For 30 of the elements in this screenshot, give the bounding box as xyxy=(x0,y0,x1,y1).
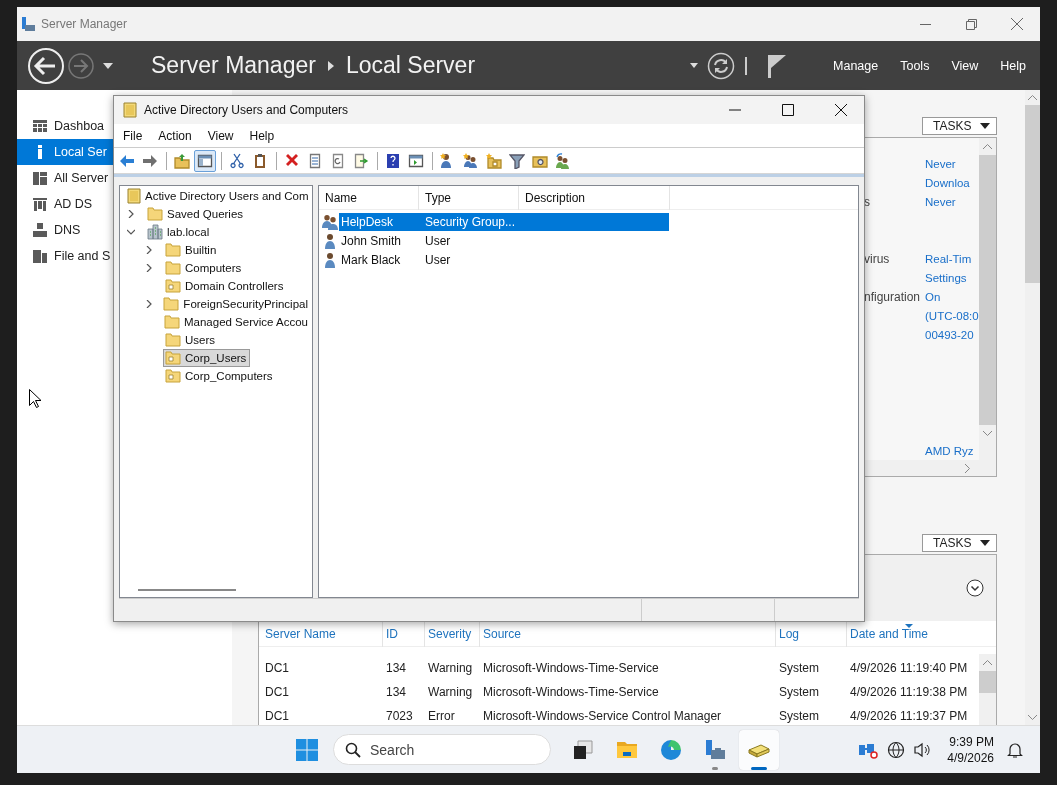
breadcrumb-item: Local Server xyxy=(345,52,476,79)
table-cell-text: DC1 xyxy=(264,685,290,699)
window-title: Server Manager xyxy=(41,17,128,31)
table-cell-text: 134 xyxy=(385,661,408,675)
table-cell-text: Microsoft-Windows-Service Control Manager xyxy=(482,709,723,723)
property-label: nfiguration xyxy=(864,289,921,304)
property-label: s xyxy=(864,194,870,209)
name-cell-text: HelpDesk xyxy=(340,214,395,229)
table-cell-text: DC1 xyxy=(264,661,290,675)
property-label: virus xyxy=(864,251,890,266)
table-cell-text: Warning xyxy=(427,661,474,675)
type-cell-text: User xyxy=(424,233,451,248)
table-cell-text: Microsoft-Windows-Time-Service xyxy=(482,685,660,699)
table-cell-text: 134 xyxy=(385,685,408,699)
table-cell-text: Error xyxy=(427,709,456,723)
table-cell-text: Warning xyxy=(427,685,474,699)
table-cell-text: 4/9/2026 11:19:37 PM xyxy=(849,709,969,723)
name-cell-text: Mark Black xyxy=(340,252,402,267)
table-cell-text: DC1 xyxy=(264,709,290,723)
type-cell-text: Security Group... xyxy=(424,214,516,229)
table-cell-text: Microsoft-Windows-Time-Service xyxy=(482,661,660,675)
table-cell-text: System xyxy=(778,685,820,699)
name-cell-text: John Smith xyxy=(340,233,403,248)
table-cell-text: System xyxy=(778,709,820,723)
type-cell-text: User xyxy=(424,252,451,267)
window-title: Active Directory Users and Computers xyxy=(144,103,349,117)
table-cell-text: 4/9/2026 11:19:40 PM xyxy=(849,661,969,675)
table-cell-text: 7023 xyxy=(385,709,414,723)
table-cell-text: System xyxy=(778,661,820,675)
table-cell-text: 4/9/2026 11:19:38 PM xyxy=(849,685,969,699)
